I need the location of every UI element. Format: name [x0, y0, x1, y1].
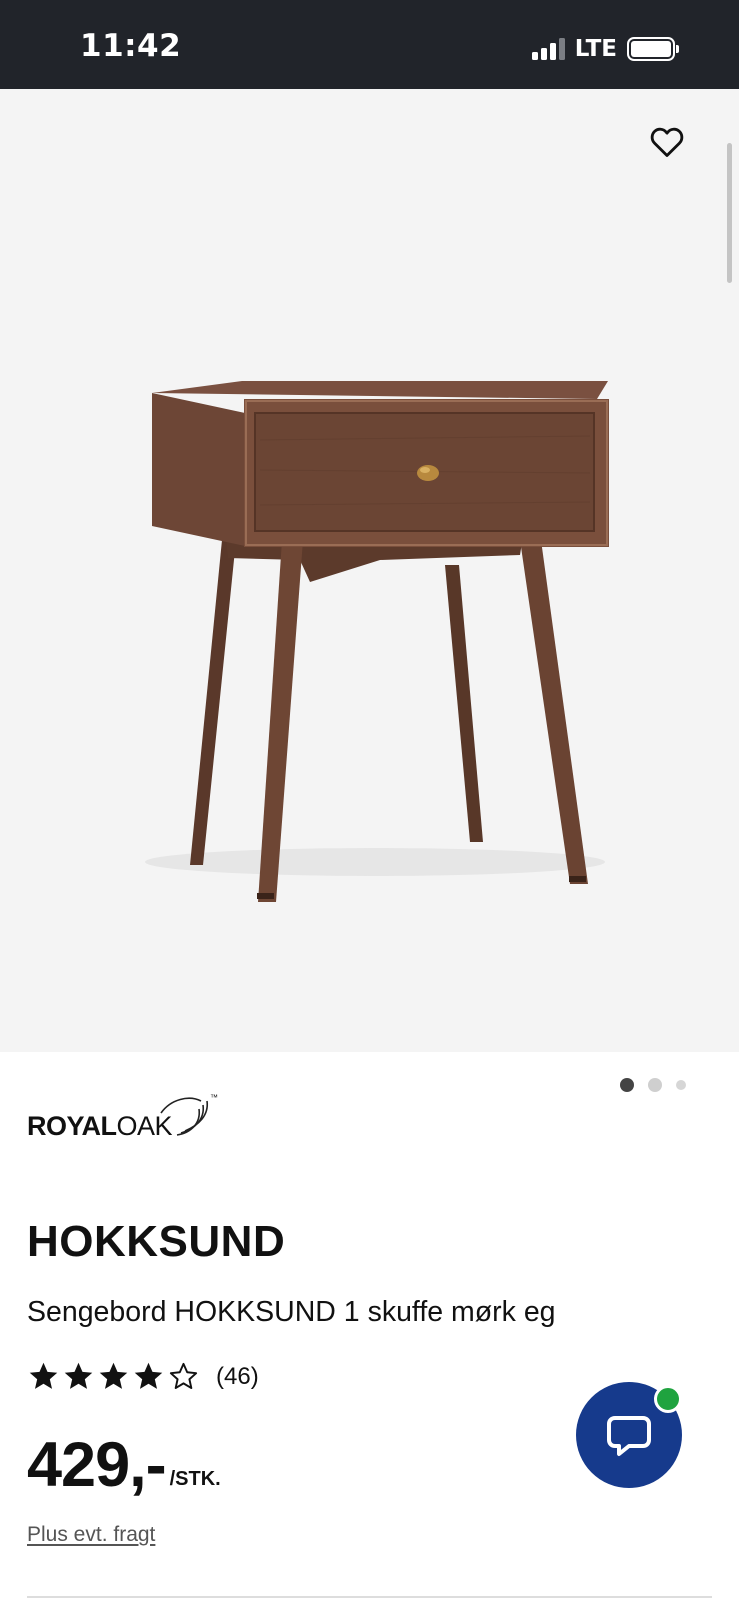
price-value: 429,- — [27, 1430, 167, 1500]
star-filled-icon — [99, 1362, 128, 1389]
brand-name-bold: ROYAL — [27, 1111, 117, 1141]
chat-bubble-icon — [607, 1416, 651, 1456]
rating-stars[interactable] — [27, 1360, 200, 1393]
star-empty-icon — [169, 1362, 198, 1390]
product-description: Sengebord HOKKSUND 1 skuffe mørk eg — [27, 1296, 556, 1328]
trademark-symbol: ™ — [210, 1093, 218, 1102]
star-filled-icon — [29, 1362, 58, 1389]
gallery-dot-active[interactable] — [620, 1078, 634, 1092]
signal-strength-icon — [531, 38, 565, 60]
brand-swoosh-icon — [160, 1097, 209, 1136]
product-title: HOKKSUND — [27, 1217, 286, 1266]
rating-count[interactable]: (46) — [216, 1363, 259, 1391]
product-image[interactable] — [130, 289, 620, 909]
status-bar: 11:42 LTE — [0, 0, 739, 89]
network-type: LTE — [574, 36, 617, 62]
brand-logo[interactable]: ROYALOAK ™ — [27, 1093, 218, 1145]
star-filled-icon — [64, 1362, 93, 1389]
gallery-pagination[interactable] — [620, 1078, 686, 1092]
status-time: 11:42 — [80, 28, 182, 64]
battery-full-icon — [627, 37, 679, 61]
product-gallery[interactable] — [0, 89, 739, 1092]
product-rating[interactable]: (46) — [27, 1360, 259, 1393]
scrollbar-thumb[interactable] — [727, 143, 732, 283]
price-unit: /STK. — [169, 1468, 221, 1490]
product-price: 429,- /STK. — [27, 1434, 221, 1497]
heart-outline-icon[interactable] — [648, 123, 686, 161]
star-filled-icon — [134, 1362, 163, 1389]
section-divider — [27, 1596, 712, 1598]
freight-info-link[interactable]: Plus evt. fragt — [27, 1523, 155, 1547]
status-indicators: LTE — [531, 36, 679, 62]
gallery-dot[interactable] — [648, 1078, 662, 1092]
chat-online-indicator — [654, 1385, 682, 1413]
gallery-dot[interactable] — [676, 1080, 686, 1090]
